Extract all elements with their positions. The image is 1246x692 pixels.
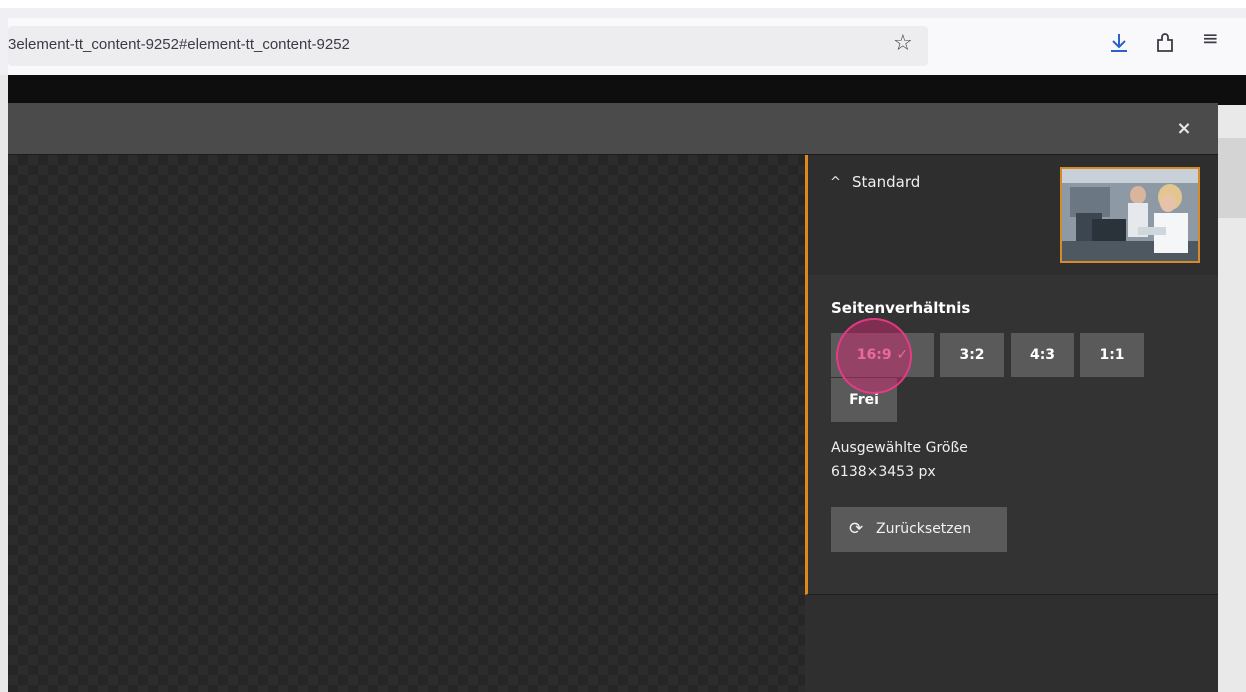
app-topbar (8, 75, 1246, 105)
crop-variant-header[interactable]: ^ Standard (808, 155, 1218, 275)
ratio-button-free[interactable]: Frei (831, 378, 897, 422)
tab-strip (8, 8, 1246, 18)
crop-variant-title[interactable]: Standard (852, 173, 920, 191)
lab-photo-thumbnail (1062, 169, 1198, 261)
aspect-ratio-title: Seitenverhältnis (831, 299, 971, 317)
crop-sidepanel: ^ Standard Seitenverhältnis 16:9 ✓ 3:2 4… (805, 155, 1218, 692)
download-icon[interactable] (1108, 30, 1130, 56)
refresh-icon: ⟳ (849, 519, 864, 539)
extensions-icon[interactable] (1154, 30, 1176, 56)
page-left-edge (0, 75, 8, 692)
crop-preview-thumbnail (1060, 167, 1200, 263)
image-crop-modal: × ^ Standard Seitenverhältnis 16:9 ✓ 3:2… (8, 103, 1218, 692)
selected-size-label: Ausgewählte Größe (831, 440, 968, 456)
ratio-button-16-9[interactable]: 16:9 ✓ (831, 333, 934, 377)
menu-icon[interactable]: ≡ (1202, 28, 1219, 48)
browser-frame-top (0, 0, 1246, 8)
bookmark-star-icon[interactable]: ☆ (893, 33, 913, 55)
selected-size-value: 6138×3453 px (831, 464, 936, 480)
ratio-button-4-3[interactable]: 4:3 (1011, 333, 1074, 377)
ratio-button-3-2[interactable]: 3:2 (940, 333, 1004, 377)
url-text[interactable]: 3element-tt_content-9252#element-tt_cont… (8, 36, 350, 53)
chevron-up-icon[interactable]: ^ (830, 175, 841, 190)
ratio-button-1-1[interactable]: 1:1 (1080, 333, 1144, 377)
address-bar[interactable]: 3element-tt_content-9252#element-tt_cont… (8, 26, 928, 66)
app-background-strip (1218, 138, 1246, 218)
app-background-right (1218, 105, 1246, 692)
close-button[interactable]: × (1172, 117, 1196, 141)
reset-button[interactable]: ⟳ Zurücksetzen (831, 507, 1007, 552)
crop-variant-card: ^ Standard Seitenverhältnis 16:9 ✓ 3:2 4… (805, 155, 1218, 595)
crop-canvas[interactable] (8, 155, 805, 692)
modal-header: × (8, 103, 1218, 155)
reset-button-label: Zurücksetzen (876, 521, 972, 537)
browser-toolbar: 3element-tt_content-9252#element-tt_cont… (8, 18, 1246, 75)
